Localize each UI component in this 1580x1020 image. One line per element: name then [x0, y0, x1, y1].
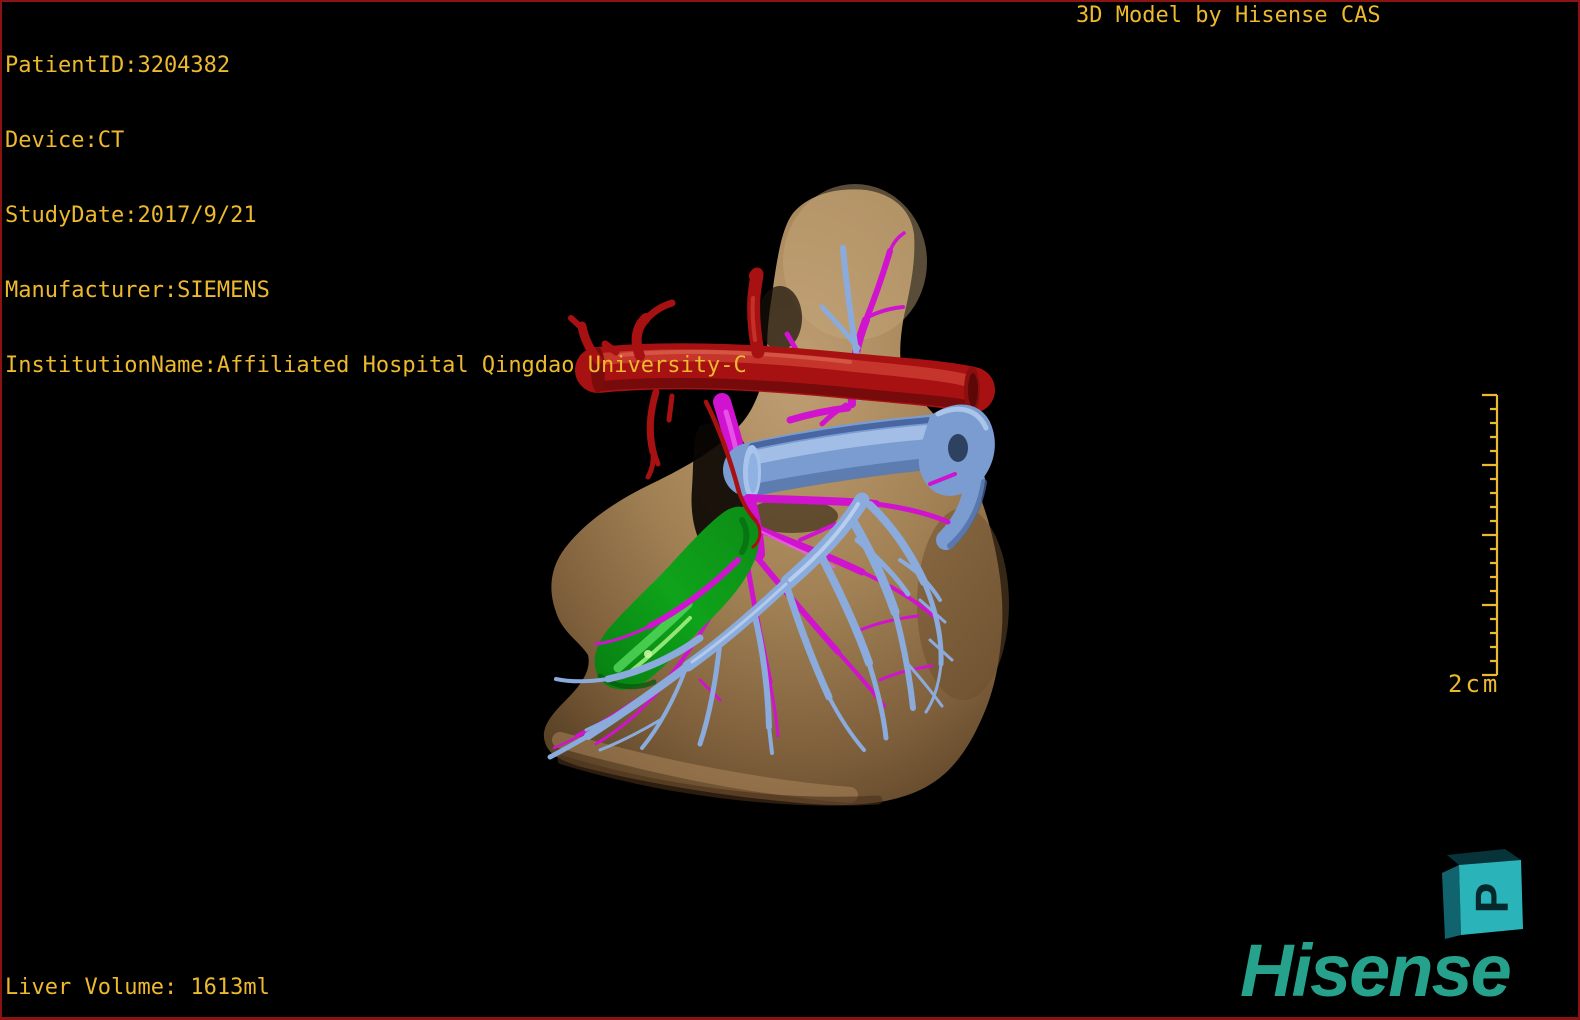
cube-posterior-label: P	[1466, 883, 1518, 914]
manufacturer: Manufacturer:SIEMENS	[5, 278, 270, 303]
scale-ruler	[1482, 393, 1499, 677]
viewer-background: P PatientID:3204382 Device:CT StudyDate:…	[0, 0, 1580, 1020]
study-date: StudyDate:2017/9/21	[5, 203, 257, 228]
device: Device:CT	[5, 128, 125, 153]
institution-name: InstitutionName:Affiliated Hospital Qing…	[5, 353, 747, 378]
patient-info: PatientID:3204382 Device:CT StudyDate:20…	[5, 3, 747, 428]
scale-bar-label: 2cm	[1448, 670, 1501, 698]
orientation-cube[interactable]: P	[1442, 849, 1523, 939]
viewer-title: 3D Model by Hisense CAS	[1076, 3, 1381, 28]
patient-id: PatientID:3204382	[5, 53, 231, 78]
liver-volume-readout: Liver Volume: 1613ml	[5, 975, 270, 1000]
hisense-logo: Hisense	[1240, 929, 1512, 1012]
